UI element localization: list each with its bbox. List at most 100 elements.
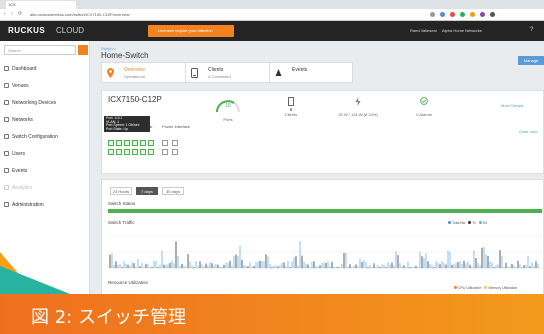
legend-label: Total Bw — [452, 221, 466, 225]
venue-icon — [4, 83, 9, 88]
extension-icon[interactable] — [470, 12, 475, 17]
admin-icon — [4, 202, 9, 207]
cloud-label: CLOUD — [56, 26, 85, 35]
switch-port[interactable] — [140, 140, 146, 146]
legend-tx-dot — [468, 221, 472, 224]
sidebar-item-label: Users — [12, 151, 26, 157]
ruckus-logo[interactable]: RUCKUS — [8, 26, 45, 35]
sidebar-item-label: Networking Devices — [12, 100, 57, 106]
tab-label: Clients — [208, 67, 224, 73]
license-banner[interactable]: Licenses require your attention — [148, 25, 234, 37]
extension-icon[interactable] — [480, 12, 485, 17]
tab-clients[interactable]: Clients 4 Connected — [186, 63, 270, 84]
switch-port[interactable] — [172, 149, 178, 155]
sidebar-item-label: Analytics — [12, 185, 33, 191]
switch-port[interactable] — [140, 149, 146, 155]
clients-icon — [288, 97, 294, 106]
switch-port[interactable] — [162, 149, 168, 155]
switch-port[interactable] — [162, 140, 168, 146]
traffic-legend: Total Bw Tx Rx — [448, 221, 487, 225]
power-usage: 25 W / 124 W (8.23%) — [338, 112, 378, 117]
tab-events[interactable]: Events — [270, 63, 354, 84]
switch-port[interactable] — [116, 140, 122, 146]
switch-status-title: Switch Status — [108, 201, 136, 206]
search-input[interactable]: Search — [4, 45, 76, 55]
main-content: Switch > Home-Switch Manage Overview Ope… — [90, 41, 544, 334]
switch-port[interactable] — [108, 149, 114, 155]
sidebar-item-label: Switch Configuration — [12, 134, 58, 140]
sidebar-item-switch-configuration[interactable]: Switch Configuration — [0, 129, 90, 145]
clients-label: Clients — [284, 112, 298, 117]
extension-icon[interactable] — [490, 12, 495, 17]
extension-icon[interactable] — [460, 12, 465, 17]
sidebar-item-label: Administration — [12, 202, 44, 208]
switch-port[interactable] — [132, 149, 138, 155]
switch-port[interactable] — [148, 140, 154, 146]
chart-icon — [4, 185, 9, 190]
manage-button[interactable]: Manage — [518, 56, 544, 65]
back-icon[interactable]: ‹ — [4, 11, 6, 17]
device-card: ICX7150-C12P 15 Ports 6 Clients 25 W / 1… — [101, 90, 544, 174]
sidebar-item-networking-devices[interactable]: Networking Devices — [0, 95, 90, 111]
network-icon — [4, 100, 9, 105]
browser-tab-bar: ICX — [0, 0, 544, 9]
user-icon — [4, 151, 9, 156]
sidebar-item-dashboard[interactable]: Dashboard — [0, 61, 90, 77]
subtab-power-interface[interactable]: Power Interface — [162, 124, 190, 129]
switch-port[interactable] — [132, 140, 138, 146]
sidebar-item-events[interactable]: Events — [0, 163, 90, 179]
ports-value: 15 — [225, 103, 231, 109]
legend-label: Rx — [482, 221, 488, 225]
switch-port[interactable] — [116, 149, 122, 155]
legend-total-dot — [448, 221, 451, 224]
figure-caption: 図 2: スイッチ管理 — [31, 307, 186, 328]
range-7-days-button[interactable]: 7 days — [136, 187, 158, 195]
range-30-days-button[interactable]: 30 days — [162, 187, 184, 195]
extension-icon[interactable] — [430, 12, 435, 17]
browser-address-bar: ‹ › ⟳ alto.ruckuswireless.com/switch/ICX… — [0, 9, 544, 21]
screenshot-frame: ICX ‹ › ⟳ alto.ruckuswireless.com/switch… — [0, 0, 544, 334]
switch-port[interactable] — [108, 140, 114, 146]
legend-label: CPU Utilization — [458, 286, 482, 290]
switch-port[interactable] — [124, 149, 130, 155]
reload-icon[interactable]: ⟳ — [18, 11, 22, 17]
check-circle-icon — [420, 97, 428, 105]
switch-port[interactable] — [148, 149, 154, 155]
tab-label: Events — [292, 67, 308, 73]
event-icon — [4, 168, 9, 173]
switch-traffic-title: Switch Traffic — [108, 220, 135, 225]
forward-icon[interactable]: › — [11, 11, 13, 17]
network-selector[interactable]: Alpha Home Networks — [442, 28, 482, 33]
location-pin-icon — [107, 68, 114, 78]
app-header: RUCKUS CLOUD Licenses require your atten… — [0, 21, 544, 41]
more-details-link[interactable]: More Details — [501, 103, 523, 108]
switch-port[interactable] — [124, 140, 130, 146]
extension-icon[interactable] — [440, 12, 445, 17]
legend-cpu-dot — [454, 286, 457, 289]
switch-traffic-chart — [108, 235, 542, 269]
sidebar-item-label: Venues — [12, 83, 29, 89]
url-field[interactable]: alto.ruckuswireless.com/switch/ICX7150-C… — [30, 11, 330, 19]
range-24-hours-button[interactable]: 24 Hours — [110, 187, 132, 195]
sidebar-item-networks[interactable]: Networks — [0, 112, 90, 128]
device-model: ICX7150-C12P — [108, 95, 162, 104]
switch-port[interactable] — [172, 140, 178, 146]
sidebar-item-venues[interactable]: Venues — [0, 78, 90, 94]
clear-view-link[interactable]: Clear view — [519, 129, 538, 134]
user-menu[interactable]: Raed Valleseal — [410, 28, 437, 33]
legend-rx-dot — [478, 221, 482, 224]
tab-label: Overview — [124, 67, 145, 73]
tab-sublabel: Operational — [124, 74, 145, 79]
browser-tab[interactable]: ICX — [6, 1, 76, 9]
sidebar-item-label: Networks — [12, 117, 33, 123]
help-icon[interactable]: ? — [530, 27, 533, 33]
search-button[interactable] — [78, 45, 88, 55]
legend-label: Memory Utilization — [488, 286, 518, 290]
sidebar-item-analytics[interactable]: Analytics — [0, 180, 90, 196]
decorative-triangle-teal — [0, 266, 70, 294]
extension-icon[interactable] — [450, 12, 455, 17]
sidebar-item-administration[interactable]: Administration — [0, 197, 90, 213]
tab-overview[interactable]: Overview Operational — [102, 63, 186, 84]
sidebar-item-users[interactable]: Users — [0, 146, 90, 162]
sidebar-item-label: Events — [12, 168, 28, 174]
